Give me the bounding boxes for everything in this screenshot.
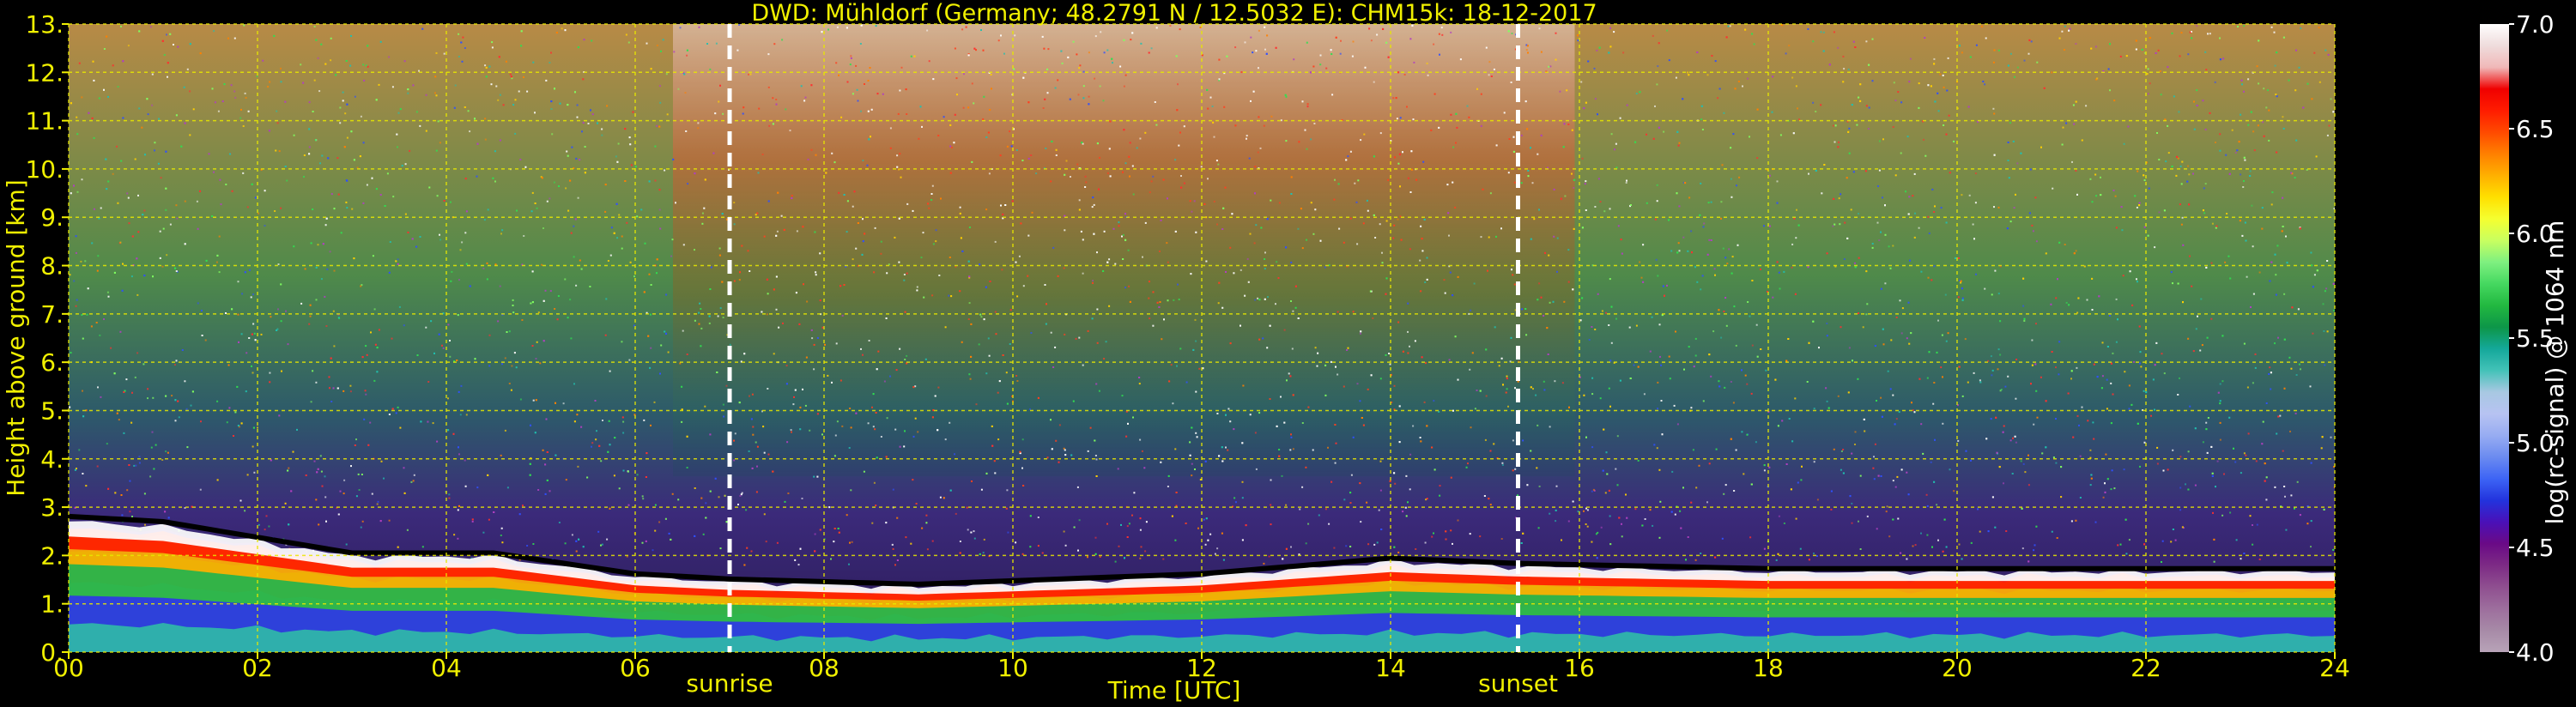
x-tick-label: 18 bbox=[1753, 654, 1784, 682]
colorbar-tick-label: 6.5 bbox=[2516, 115, 2555, 143]
ceilometer-chart: sunrise sunset 0.1.2.3.4.5.6.7.8.9.10.11.… bbox=[2, 0, 2569, 704]
y-tick-label: 8. bbox=[40, 252, 64, 281]
y-tick-label: 1. bbox=[40, 590, 64, 619]
x-tick-label: 24 bbox=[2319, 654, 2350, 682]
y-tick-label: 7. bbox=[40, 300, 64, 329]
colorbar-scale bbox=[2480, 24, 2509, 652]
y-tick-label: 13. bbox=[25, 10, 64, 39]
colorbar-label: log(rc-signal) @ 1064 nm bbox=[2541, 221, 2569, 525]
colorbar: 4.04.55.05.56.06.57.0 log(rc-signal) @ 1… bbox=[2480, 10, 2569, 667]
x-tick-label: 14 bbox=[1375, 654, 1406, 682]
y-tick-label: 11. bbox=[25, 107, 64, 136]
x-tick-label: 16 bbox=[1564, 654, 1595, 682]
plot-area: sunrise sunset bbox=[68, 23, 2336, 698]
marker-label-sunset: sunset bbox=[1478, 669, 1558, 698]
colorbar-tick-label: 7.0 bbox=[2516, 10, 2555, 39]
marker-label-sunrise: sunrise bbox=[686, 669, 773, 698]
x-tick-label: 20 bbox=[1942, 654, 1973, 682]
daylight-background bbox=[673, 24, 1575, 477]
y-axis-label: Height above ground [km] bbox=[2, 179, 30, 497]
x-axis-label: Time [UTC] bbox=[1107, 676, 1241, 704]
x-tick-label: 08 bbox=[809, 654, 839, 682]
x-tick-label: 00 bbox=[53, 654, 84, 682]
x-tick-label: 02 bbox=[242, 654, 273, 682]
y-tick-label: 2. bbox=[40, 541, 64, 570]
x-tick-label: 10 bbox=[997, 654, 1028, 682]
y-tick-label: 6. bbox=[40, 348, 64, 377]
x-tick-label: 22 bbox=[2131, 654, 2161, 682]
y-tick-label: 5. bbox=[40, 396, 64, 425]
y-tick-label: 4. bbox=[40, 445, 64, 474]
x-tick-label: 04 bbox=[431, 654, 462, 682]
colorbar-tick-label: 4.0 bbox=[2516, 638, 2555, 667]
y-tick-label: 9. bbox=[40, 203, 64, 232]
y-tick-label: 3. bbox=[40, 493, 64, 522]
y-tick-label: 10. bbox=[25, 155, 64, 184]
chart-title: DWD: Mühldorf (Germany; 48.2791 N / 12.5… bbox=[751, 0, 1597, 27]
y-tick-label: 12. bbox=[25, 58, 64, 87]
x-tick-label: 06 bbox=[620, 654, 651, 682]
colorbar-tick-label: 4.5 bbox=[2516, 534, 2555, 562]
y-axis: 0.1.2.3.4.5.6.7.8.9.10.11.12.13. bbox=[25, 10, 69, 667]
